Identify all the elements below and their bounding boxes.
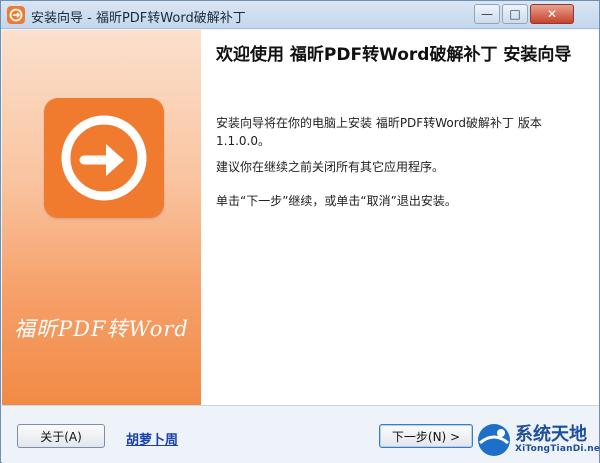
maximize-icon: □ [509,7,521,21]
circular-arrow-icon [61,115,147,201]
minimize-button[interactable]: — [474,4,500,24]
app-icon [7,6,25,24]
globe-icon [478,424,510,456]
watermark-url: XiTongTianDi.net [515,444,600,454]
wizard-content: 福昕PDF转Word 欢迎使用 福昕PDF转Word破解补丁 安装向导 安装向导… [2,30,599,405]
window-title: 安装向导 - 福昕PDF转Word破解补丁 [31,11,246,26]
recommend-text: 建议你在继续之前关闭所有其它应用程序。 [216,160,445,174]
main-panel: 欢迎使用 福昕PDF转Word破解补丁 安装向导 安装向导将在你的电脑上安装 福… [201,30,599,405]
title-bar[interactable]: 安装向导 - 福昕PDF转Word破解补丁 — □ ✕ [1,1,599,29]
minimize-icon: — [481,7,493,21]
close-button[interactable]: ✕ [530,4,574,24]
author-link[interactable]: 胡萝卜周 [126,429,178,448]
close-icon: ✕ [546,7,558,21]
product-logo [44,98,164,218]
instruction-text: 单击“下一步”继续，或单击“取消”退出安装。 [216,194,457,208]
intro-text: 安装向导将在你的电脑上安装 福昕PDF转Word破解补丁 版本 1.1.0.0。 [216,116,542,148]
brand-text: 福昕PDF转Word [14,317,189,341]
side-banner: 福昕PDF转Word [2,30,201,405]
installer-window: 安装向导 - 福昕PDF转Word破解补丁 — □ ✕ 福昕PDF转Word 欢 [0,0,600,463]
about-button[interactable]: 关于(A) [17,424,105,448]
watermark-title: 系统天地 [515,424,587,445]
site-watermark: 系统天地 XiTongTianDi.net [475,419,600,461]
next-button[interactable]: 下一步(N) > [379,424,473,448]
maximize-button[interactable]: □ [502,4,528,24]
page-title: 欢迎使用 福昕PDF转Word破解补丁 安装向导 [216,45,572,65]
